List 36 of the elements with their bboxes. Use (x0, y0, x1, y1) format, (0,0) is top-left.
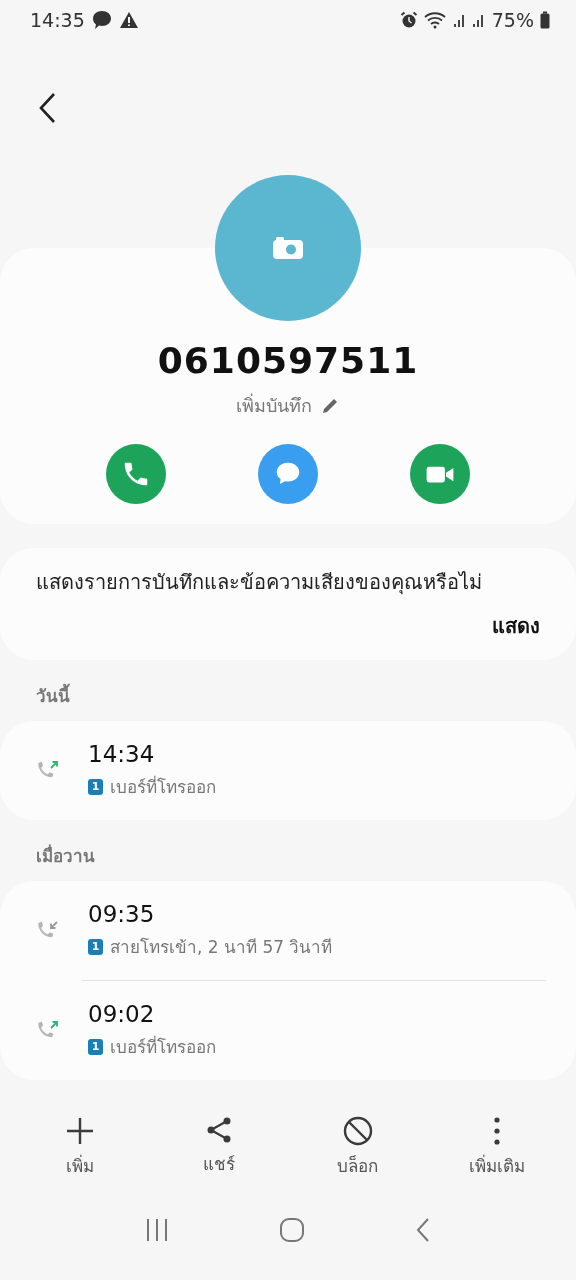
home-icon[interactable] (279, 1217, 305, 1243)
phone-number: 0610597511 (157, 340, 419, 381)
sim-badge: 1 (88, 1038, 103, 1055)
toolbar-button[interactable]: แชร์ (163, 1116, 274, 1179)
warning-icon (118, 11, 139, 29)
call-detail: เบอร์ที่โทรออก (110, 774, 216, 799)
add-note-link[interactable]: เพิ่มบันทึก (236, 391, 312, 420)
chat-bubble-icon (90, 9, 113, 31)
back-icon[interactable] (415, 1217, 431, 1243)
more-icon (491, 1116, 502, 1146)
toolbar-button[interactable]: บล็อก (302, 1116, 413, 1179)
prompt-text: แสดงรายการบันทึกและข้อความเสียงของคุณหรือไม่ (36, 569, 483, 597)
toolbar-button[interactable]: เพิ่ม (24, 1116, 135, 1179)
call-detail: เบอร์ที่โทรออก (110, 1034, 216, 1059)
call-time: 09:35 (88, 901, 156, 927)
video-call-button[interactable] (410, 444, 470, 504)
sim-badge: 1 (88, 778, 103, 795)
toolbar-button[interactable]: เพิ่มเติม (441, 1116, 552, 1179)
message-button[interactable] (258, 444, 318, 504)
section-header: วันนี้ (0, 660, 576, 721)
call-button[interactable] (106, 444, 166, 504)
show-button[interactable]: แสดง (492, 610, 540, 642)
camera-icon (272, 236, 304, 260)
section-header: เมื่อวาน (35, 843, 96, 868)
alarm-icon (399, 11, 418, 29)
call-time: 14:34 (88, 741, 156, 767)
wifi-icon (423, 11, 446, 29)
clock-time: 14:35 (30, 9, 85, 31)
sim-badge: 1 (88, 938, 103, 955)
call-time: 09:02 (88, 1001, 156, 1027)
block-icon (342, 1116, 373, 1146)
call-detail: สายโทรเข้า, 2 นาที 57 วินาที (110, 936, 333, 959)
battery-icon (540, 11, 550, 29)
battery-percent: 75% (491, 9, 534, 31)
recent-apps-icon[interactable] (145, 1218, 169, 1242)
plus-icon (64, 1116, 95, 1146)
